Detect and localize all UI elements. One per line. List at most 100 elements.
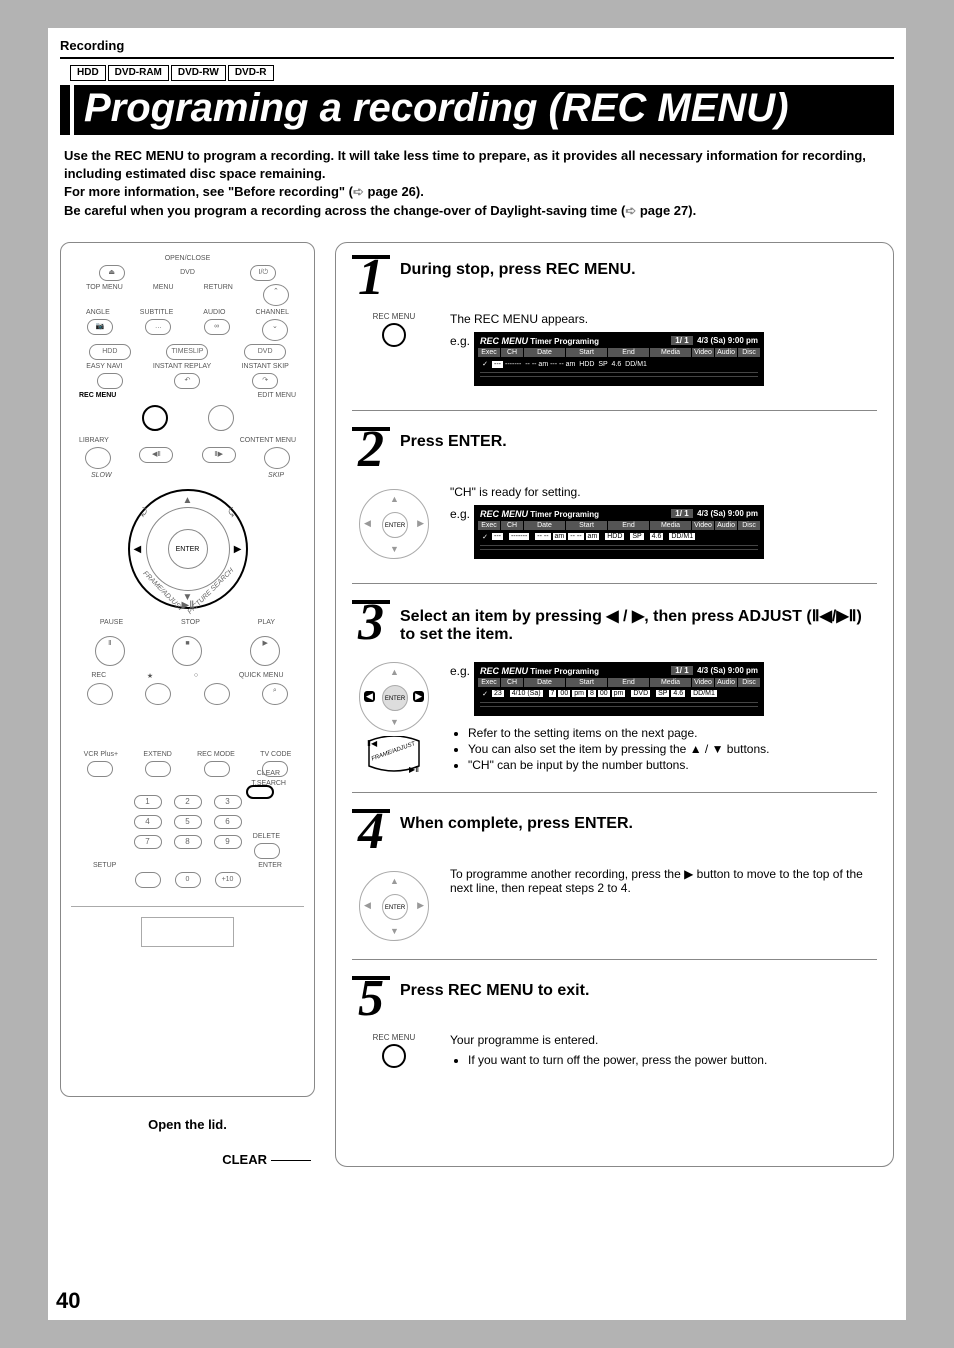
label-dvd: DVD	[180, 269, 195, 276]
edit-menu-button	[208, 405, 234, 431]
num-4: 4	[134, 815, 162, 829]
timeslip-button: TIMESLIP	[166, 344, 208, 360]
label-pause: PAUSE	[100, 619, 123, 626]
circle-icon: ○	[194, 672, 198, 680]
vcrplus-button	[87, 761, 113, 777]
badge-dvd-r: DVD-R	[228, 65, 274, 81]
label-instant-replay: INSTANT REPLAY	[153, 363, 211, 370]
step-5-content: Your programme is entered. If you want t…	[450, 1033, 877, 1070]
step-4: 4 When complete, press ENTER. ENTER ▲▼ ◀…	[352, 811, 877, 960]
lid	[71, 906, 304, 956]
label-top-menu: TOP MENU	[86, 284, 123, 306]
num-3: 3	[214, 795, 242, 809]
clear-callout: CLEAR	[60, 1152, 315, 1167]
star-icon: ★	[147, 672, 153, 680]
page-title: Programing a recording (REC MENU)	[74, 85, 894, 135]
title-bar: Programing a recording (REC MENU)	[60, 85, 894, 135]
step-5-bullets: If you want to turn off the power, press…	[450, 1053, 877, 1067]
screen-example-3: REC MENU Timer Programing 1/ 1 4/3 (Sa) …	[474, 662, 764, 716]
rec-menu-button	[142, 405, 168, 431]
open-lid-caption: Open the lid.	[60, 1117, 315, 1132]
label-rec-mode: REC MODE	[197, 751, 235, 758]
badge-hdd: HDD	[70, 65, 106, 81]
label-skip: SKIP	[268, 472, 284, 479]
direction-pad: ENTER ▲ ▼ ◀ ▶ ⤾ ⤿ FRAME/ADJUST PICTURE S…	[128, 489, 248, 609]
play-button: ▶	[250, 636, 280, 666]
steps-panel: 1 During stop, press REC MENU. REC MENU …	[335, 242, 894, 1167]
label-content-menu: CONTENT MENU	[240, 437, 296, 444]
library-button	[85, 447, 111, 469]
num-0: 0	[175, 872, 201, 888]
label-angle: ANGLE	[86, 309, 110, 316]
label-slow: SLOW	[91, 472, 112, 479]
label-edit-menu: EDIT MENU	[258, 392, 296, 399]
quick-menu-button: ⌕	[262, 683, 288, 705]
label-enter-btn: ENTER	[258, 862, 282, 869]
step-5-title: Press REC MENU to exit.	[400, 978, 877, 1000]
label-open-close: OPEN/CLOSE	[71, 255, 304, 262]
screen-example-1: REC MENU Timer Programing 1/ 1 4/3 (Sa) …	[474, 332, 764, 386]
fav-button	[145, 683, 171, 705]
step-2-icon: ENTER ▲▼ ◀▶	[352, 485, 436, 569]
breadcrumb: Recording	[60, 38, 894, 53]
plus10-button: +10	[215, 872, 241, 888]
step-2-content: "CH" is ready for setting. e.g. REC MENU…	[450, 485, 877, 569]
label-setup: SETUP	[93, 862, 116, 869]
num-9: 9	[214, 835, 242, 849]
step-4-icon: ENTER ▲▼ ◀▶	[352, 867, 436, 945]
marker-button	[204, 683, 230, 705]
num-8: 8	[174, 835, 202, 849]
remote-column: OPEN/CLOSE ⏏ DVD I/⏻ TOP MENU MENU RETUR…	[60, 242, 315, 1167]
intro-p1: Use the REC MENU to program a recording.…	[64, 147, 890, 183]
label-channel: CHANNEL	[256, 309, 289, 316]
arrow-icon: ➪	[625, 202, 636, 220]
angle-button: 📷	[87, 319, 113, 335]
intro-p3: Be careful when you program a recording …	[64, 202, 890, 220]
recmode-button	[204, 761, 230, 777]
main-columns: OPEN/CLOSE ⏏ DVD I/⏻ TOP MENU MENU RETUR…	[48, 242, 906, 1167]
label-return: RETURN	[204, 284, 233, 306]
instant-skip-button: ↷	[252, 373, 278, 389]
instant-replay-button: ↶	[174, 373, 200, 389]
label-subtitle: SUBTITLE	[140, 309, 173, 316]
num-7: 7	[134, 835, 162, 849]
enter-button: ENTER	[168, 529, 208, 569]
label-menu: MENU	[153, 284, 174, 306]
arrow-icon: ➪	[353, 183, 364, 201]
step-4-content: To programme another recording, press th…	[450, 867, 877, 945]
page-number: 40	[56, 1288, 80, 1314]
label-extend: EXTEND	[143, 751, 171, 758]
clear-button	[246, 785, 274, 799]
step-1-title: During stop, press REC MENU.	[400, 257, 877, 279]
step-3: 3 Select an item by pressing ◀ / ▶, then…	[352, 602, 877, 793]
step-5: 5 Press REC MENU to exit. REC MENU Your …	[352, 978, 877, 1071]
label-rec: REC	[91, 672, 106, 680]
label-instant-skip: INSTANT SKIP	[242, 363, 289, 370]
step-number-1: 1	[352, 257, 390, 299]
delete-button	[254, 843, 280, 859]
num-6: 6	[214, 815, 242, 829]
up-button: ⌃	[263, 284, 289, 306]
header: Recording HDD DVD-RAM DVD-RW DVD-R Progr…	[48, 28, 906, 220]
frame-adjust-icon: FRAME/ADJUST Ⅱ◀ ▶Ⅱ	[359, 736, 429, 776]
label-library: LIBRARY	[79, 437, 109, 444]
down-button: ⌄	[262, 319, 288, 341]
content-menu-button	[264, 447, 290, 469]
label-stop: STOP	[181, 619, 200, 626]
rule	[60, 57, 894, 59]
step-2-title: Press ENTER.	[400, 429, 877, 451]
extend-button	[145, 761, 171, 777]
badge-dvd-ram: DVD-RAM	[108, 65, 169, 81]
step-3-icon: ENTER ▲▼ ◀▶ FRAME/ADJUST Ⅱ◀ ▶Ⅱ	[352, 658, 436, 778]
step-1: 1 During stop, press REC MENU. REC MENU …	[352, 257, 877, 412]
badge-dvd-rw: DVD-RW	[171, 65, 226, 81]
step-1-icon: REC MENU	[352, 312, 436, 396]
stop-button: ■	[172, 636, 202, 666]
num-1: 1	[134, 795, 162, 809]
step-2: 2 Press ENTER. ENTER ▲▼ ◀▶ "CH" is ready…	[352, 429, 877, 584]
step-number-2: 2	[352, 429, 390, 471]
power-button: I/⏻	[250, 265, 276, 281]
hdd-button: HDD	[89, 344, 131, 360]
step-5-icon: REC MENU	[352, 1033, 436, 1070]
subtitle-button: …	[145, 319, 171, 335]
